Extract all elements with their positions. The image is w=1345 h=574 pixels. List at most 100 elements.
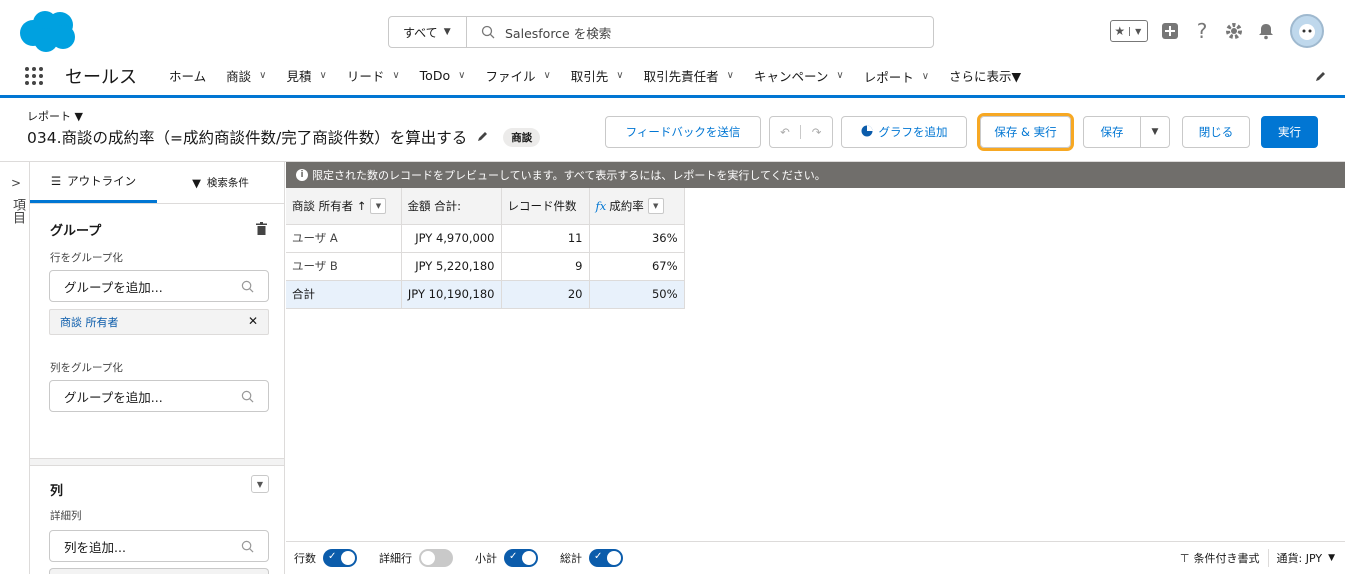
help-icon[interactable]: ?	[1188, 17, 1216, 45]
chevron-down-icon[interactable]: ∨	[836, 70, 843, 81]
subtotals-toggle[interactable]: ✓	[504, 549, 538, 567]
app-launcher-icon[interactable]	[25, 66, 43, 85]
detail-rows-toggle-group: 詳細行	[379, 549, 467, 567]
trash-icon[interactable]	[256, 222, 267, 238]
add-column-group-input[interactable]: グループを追加...	[49, 380, 269, 412]
add-column-input[interactable]: 列を追加...	[49, 530, 269, 562]
conditional-format-button[interactable]: 条件付き書式	[1194, 550, 1260, 566]
edit-nav-icon[interactable]	[1315, 70, 1327, 85]
panel-tabs: ☰ アウトライン ▼ 検索条件	[30, 162, 284, 204]
star-icon: ★	[1114, 24, 1126, 38]
bell-icon[interactable]	[1252, 17, 1280, 45]
row-group-chip[interactable]: 商談 所有者 ✕	[49, 309, 269, 335]
grand-total-toggle[interactable]: ✓	[589, 549, 623, 567]
outline-panel: ☰ アウトライン ▼ 検索条件 グループ 行をグループ化 グループを追加... …	[30, 162, 285, 574]
tab-outline[interactable]: ☰ アウトライン	[30, 162, 157, 203]
chevron-down-icon[interactable]: ▼	[251, 475, 269, 493]
nav-item-campaigns[interactable]: キャンペーン ∨	[744, 56, 854, 95]
chevron-down-icon[interactable]: ▼	[1328, 553, 1335, 563]
row-count-toggle[interactable]: ✓	[323, 549, 357, 567]
tab-filters[interactable]: ▼ 検索条件	[157, 162, 284, 203]
nav-item-home[interactable]: ホーム	[159, 56, 216, 95]
search-scope-dropdown[interactable]: すべて ▼	[389, 17, 467, 47]
column-header-label: 成約率	[609, 198, 644, 213]
nav-item-label: キャンペーン	[753, 69, 829, 84]
table-row: ユーザ B JPY 5,220,180 9 67%	[286, 252, 685, 281]
footer-right: ⊤ 条件付き書式 通貨: JPY ▼	[1180, 549, 1335, 567]
record-count-cell: 9	[501, 252, 590, 281]
column-header-label: レコード件数	[507, 198, 577, 213]
column-header-label: 金額 合計:	[407, 198, 462, 213]
chevron-down-icon[interactable]: ∨	[259, 70, 266, 81]
header-actions: ★ ▼ ?	[1110, 14, 1324, 48]
save-menu-chevron-down-icon[interactable]: ▼	[1140, 116, 1170, 148]
close-icon[interactable]: ✕	[248, 314, 258, 328]
chevron-down-icon[interactable]: ∨	[320, 70, 327, 81]
column-header-win-rate[interactable]: fx 成約率 ▼	[589, 188, 685, 225]
search-icon	[481, 25, 495, 39]
add-chart-button[interactable]: グラフを追加	[841, 116, 967, 148]
send-feedback-button[interactable]: フィードバックを送信	[605, 116, 761, 148]
run-button[interactable]: 実行	[1261, 116, 1318, 148]
nav-item-files[interactable]: ファイル ∨	[475, 56, 560, 95]
detail-columns-label: 詳細列	[50, 510, 82, 522]
nav-item-label: 取引先責任者	[643, 69, 719, 84]
chevron-down-icon[interactable]: ▼	[647, 198, 664, 214]
avatar[interactable]	[1290, 14, 1324, 48]
report-table: 商談 所有者 ↑ ▼ 金額 合計: レコード件数 fx 成約率 ▼ ユーザ A JPY…	[286, 188, 685, 309]
chevron-down-icon[interactable]: ∨	[458, 70, 465, 81]
detail-rows-toggle[interactable]	[419, 549, 453, 567]
chart-icon	[861, 125, 873, 140]
columns-title: 列	[50, 484, 64, 499]
column-header-owner[interactable]: 商談 所有者 ↑ ▼	[286, 188, 402, 225]
nav-item-todo[interactable]: ToDo ∨	[410, 56, 476, 95]
report-type-menu[interactable]: レポート ▼	[27, 108, 83, 124]
undo-redo-group: ↶ ↷	[769, 116, 833, 148]
save-button[interactable]: 保存	[1083, 116, 1141, 148]
tab-label: 検索条件	[206, 177, 249, 189]
close-button[interactable]: 閉じる	[1182, 116, 1250, 148]
checkmark-icon: ✓	[594, 551, 603, 562]
nav-item-reports[interactable]: レポート ∨	[853, 56, 940, 98]
toggle-label: 総計	[560, 552, 582, 565]
amount-cell: JPY 5,220,180	[401, 252, 502, 281]
column-list-item[interactable]	[49, 568, 269, 574]
edit-title-icon[interactable]	[477, 128, 489, 146]
fields-rail[interactable]: > 項目	[0, 162, 30, 574]
col-group-label: 列をグループ化	[50, 362, 123, 374]
tab-label: アウトライン	[67, 174, 137, 188]
undo-icon[interactable]: ↶	[770, 125, 802, 139]
salesforce-logo[interactable]	[16, 9, 78, 53]
nav-item-contacts[interactable]: 取引先責任者 ∨	[634, 56, 744, 95]
nav-item-leads[interactable]: リード ∨	[337, 56, 410, 95]
add-row-group-input[interactable]: グループを追加...	[49, 270, 269, 302]
save-and-run-button[interactable]: 保存 & 実行	[977, 113, 1074, 151]
nav-item-opportunities[interactable]: 商談 ∨	[216, 56, 276, 95]
column-header-amount[interactable]: 金額 合計:	[401, 188, 502, 225]
chevron-down-icon[interactable]: ∨	[392, 70, 399, 81]
grand-total-toggle-group: 総計 ✓	[560, 549, 637, 567]
nav-item-label: レポート	[863, 69, 914, 85]
nav-item-more[interactable]: さらに表示▼	[939, 56, 1031, 95]
favorites-button[interactable]: ★ ▼	[1110, 20, 1148, 42]
gear-icon[interactable]	[1220, 17, 1248, 45]
owner-cell: ユーザ B	[286, 252, 402, 281]
global-search[interactable]: すべて ▼ Salesforce を検索	[388, 16, 934, 48]
column-header-record-count[interactable]: レコード件数	[501, 188, 590, 225]
chevron-down-icon[interactable]: ∨	[727, 70, 734, 81]
currency-selector[interactable]: 通貨: JPY	[1277, 550, 1323, 566]
chevron-down-icon[interactable]: ▼	[370, 198, 387, 214]
row-count-toggle-group: 行数 ✓	[294, 549, 371, 567]
global-create-icon[interactable]	[1156, 17, 1184, 45]
nav-item-quotes[interactable]: 見積 ∨	[276, 56, 336, 95]
chevron-down-icon[interactable]: ∨	[616, 70, 623, 81]
chevron-down-icon[interactable]: ∨	[922, 71, 929, 82]
nav-item-accounts[interactable]: 取引先 ∨	[561, 56, 634, 95]
redo-icon[interactable]: ↷	[801, 125, 832, 139]
list-icon: ☰	[50, 174, 62, 188]
column-header-label: 商談 所有者 ↑	[292, 198, 367, 213]
chevron-down-icon[interactable]: ∨	[543, 70, 550, 81]
chevron-right-icon[interactable]: >	[11, 176, 21, 190]
search-scope-label: すべて	[403, 25, 438, 40]
search-input[interactable]: Salesforce を検索	[505, 23, 611, 42]
